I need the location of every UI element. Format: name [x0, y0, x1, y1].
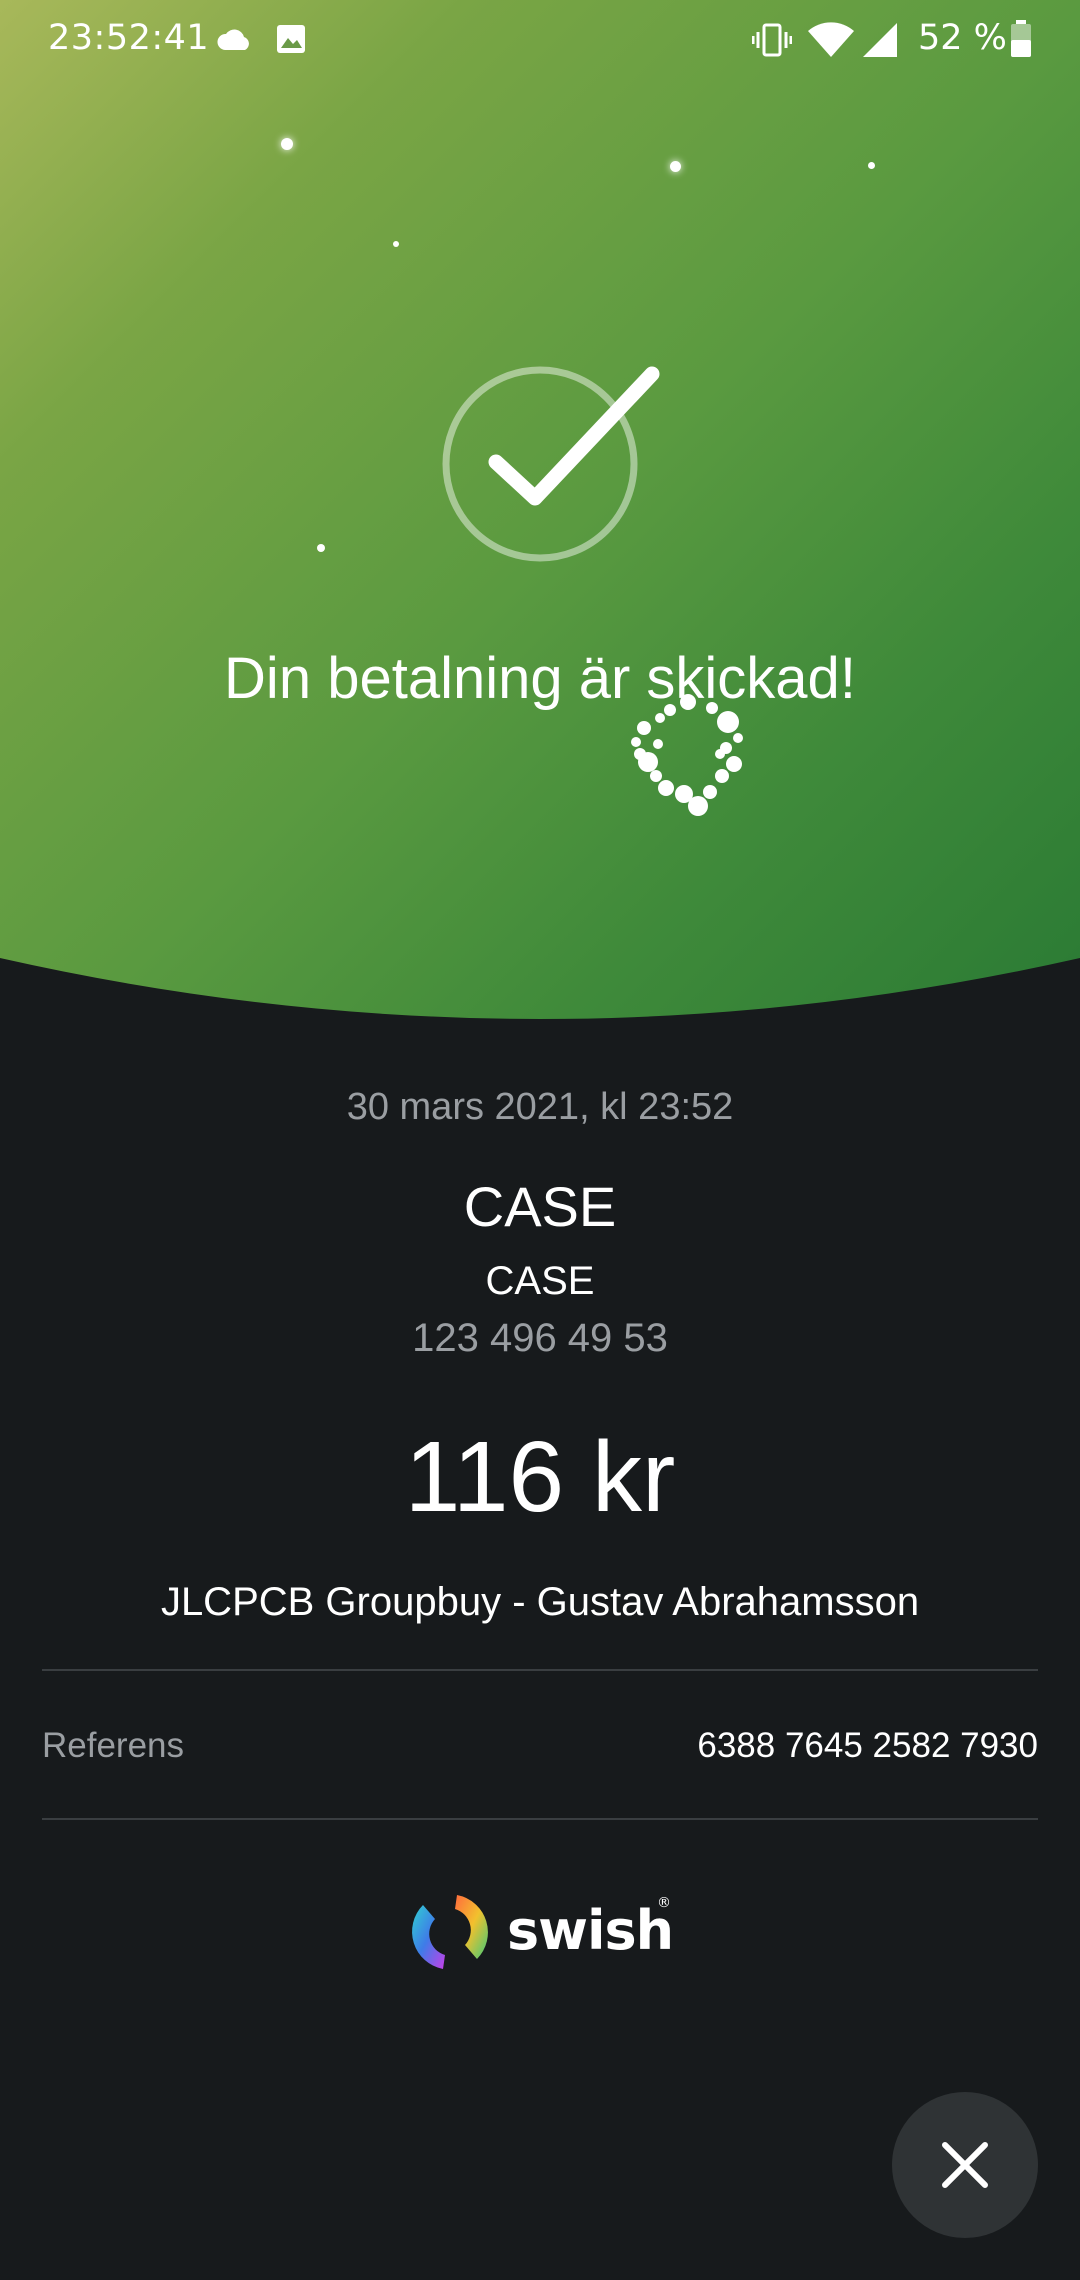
status-bar: 23:52:41 52 %: [0, 0, 1080, 80]
sparkle: [868, 162, 875, 169]
cloud-icon: [217, 29, 249, 50]
reference-label: Referens: [42, 1726, 185, 1765]
sparkle: [670, 161, 681, 172]
payment-message: JLCPCB Groupbuy - Gustav Abrahamsson: [160, 1580, 920, 1624]
reference-value[interactable]: 6388 7645 2582 7930: [697, 1726, 1038, 1766]
sparkle: [317, 544, 325, 552]
wifi-icon: [808, 22, 854, 57]
image-icon: [277, 25, 305, 53]
payment-date: 30 mars 2021, kl 23:52: [346, 1086, 734, 1128]
swish-logo: swish ®: [405, 1885, 685, 1985]
recipient-name: CASE: [463, 1175, 617, 1238]
sparkle: [281, 138, 293, 150]
battery-percent: 52 %: [918, 18, 1007, 58]
battery-icon: [1011, 20, 1031, 57]
success-title: Din betalning är skickad!: [224, 646, 856, 711]
sparkle: [393, 241, 399, 247]
divider: [42, 1669, 1038, 1671]
signal-icon: [863, 23, 897, 57]
registered-mark: ®: [657, 1895, 671, 1911]
divider: [42, 1818, 1038, 1820]
close-button[interactable]: [892, 2092, 1038, 2238]
recipient-number: 123 496 49 53: [412, 1316, 668, 1360]
close-icon: [942, 2142, 988, 2188]
success-hero: 23:52:41 52 % Din betalning är skickad!: [0, 0, 1080, 1030]
vibrate-icon: [752, 23, 792, 57]
payment-amount: 116 kr: [404, 1421, 676, 1533]
confetti-icon: [631, 694, 743, 816]
status-time: 23:52:41: [48, 18, 210, 58]
swish-wordmark: swish: [507, 1899, 674, 1962]
recipient-subname: CASE: [485, 1259, 595, 1303]
checkmark-circle-icon: [442, 366, 660, 562]
swish-logo-icon: [412, 1895, 488, 1969]
